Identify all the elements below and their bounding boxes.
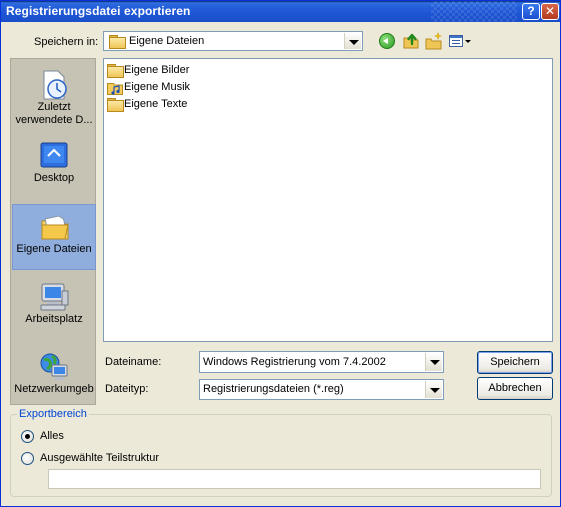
export-registry-dialog: Registrierungsdatei exportieren ? ✕ Spei…: [0, 0, 561, 507]
list-item[interactable]: Eigene Texte: [106, 97, 226, 113]
filetype-value: Registrierungsdateien (*.reg): [203, 383, 344, 395]
radio-selected-branch[interactable]: [21, 452, 34, 465]
place-my-computer[interactable]: Arbeitsplatz: [12, 275, 96, 341]
new-folder-icon[interactable]: [425, 32, 443, 50]
places-bar: Zuletzt verwendete D... Desktop Eigene D…: [10, 58, 96, 405]
folder-icon: [109, 35, 126, 49]
place-label: Desktop: [33, 172, 75, 184]
my-documents-icon: [39, 211, 71, 243]
save-in-value: Eigene Dateien: [129, 35, 205, 47]
place-label: Netzwerkumgeb: [14, 383, 94, 395]
radio-all-label[interactable]: Alles: [40, 430, 64, 442]
place-label: Arbeitsplatz: [25, 313, 83, 325]
filename-input[interactable]: Windows Registrierung vom 7.4.2002: [203, 356, 386, 368]
filename-combobox[interactable]: Windows Registrierung vom 7.4.2002: [199, 351, 444, 373]
folder-icon: [107, 64, 124, 78]
save-in-label: Speichern in:: [34, 36, 99, 48]
desktop-icon: [38, 140, 70, 172]
file-name: Eigene Musik: [124, 81, 191, 93]
place-label: Eigene Dateien: [16, 243, 92, 255]
radio-selected-branch-label[interactable]: Ausgewählte Teilstruktur: [40, 452, 159, 464]
file-name: Eigene Bilder: [124, 64, 190, 76]
network-places-icon: [38, 351, 70, 383]
save-button[interactable]: Speichern: [477, 351, 553, 374]
place-network-places[interactable]: Netzwerkumgeb: [12, 345, 96, 411]
export-range-title: Exportbereich: [17, 408, 89, 420]
cancel-button[interactable]: Abbrechen: [477, 377, 553, 400]
help-button[interactable]: ?: [522, 3, 540, 20]
filename-label: Dateiname:: [105, 356, 162, 368]
place-my-documents[interactable]: Eigene Dateien: [12, 204, 96, 270]
chevron-down-icon[interactable]: [425, 381, 442, 398]
file-name: Eigene Texte: [124, 98, 188, 110]
list-item[interactable]: Eigene Bilder: [106, 63, 226, 79]
title-bar-pattern: [431, 1, 517, 22]
place-recent-documents[interactable]: Zuletzt verwendete D...: [12, 63, 96, 129]
views-menu-icon[interactable]: [448, 32, 472, 50]
file-list[interactable]: Eigene Bilder Eigene Musik Eigene Texte: [103, 58, 553, 342]
filetype-select[interactable]: Registrierungsdateien (*.reg): [199, 379, 444, 400]
recent-documents-icon: [38, 69, 70, 101]
save-in-combobox[interactable]: Eigene Dateien: [103, 31, 363, 51]
my-computer-icon: [38, 281, 70, 313]
back-icon[interactable]: [378, 32, 396, 50]
chevron-down-icon[interactable]: [344, 33, 361, 49]
selected-branch-input[interactable]: [48, 469, 541, 489]
title-bar[interactable]: Registrierungsdatei exportieren ? ✕: [1, 1, 560, 22]
filetype-label: Dateityp:: [105, 383, 149, 395]
chevron-down-icon[interactable]: [425, 353, 442, 371]
radio-all[interactable]: [21, 430, 34, 443]
place-label: Zuletzt verwendete D...: [15, 101, 93, 126]
place-desktop[interactable]: Desktop: [12, 134, 96, 200]
window-title: Registrierungsdatei exportieren: [6, 4, 191, 18]
folder-icon: [107, 98, 124, 112]
up-folder-icon[interactable]: [402, 32, 420, 50]
list-item[interactable]: Eigene Musik: [106, 80, 226, 96]
close-button[interactable]: ✕: [541, 3, 559, 20]
music-folder-icon: [107, 80, 123, 96]
